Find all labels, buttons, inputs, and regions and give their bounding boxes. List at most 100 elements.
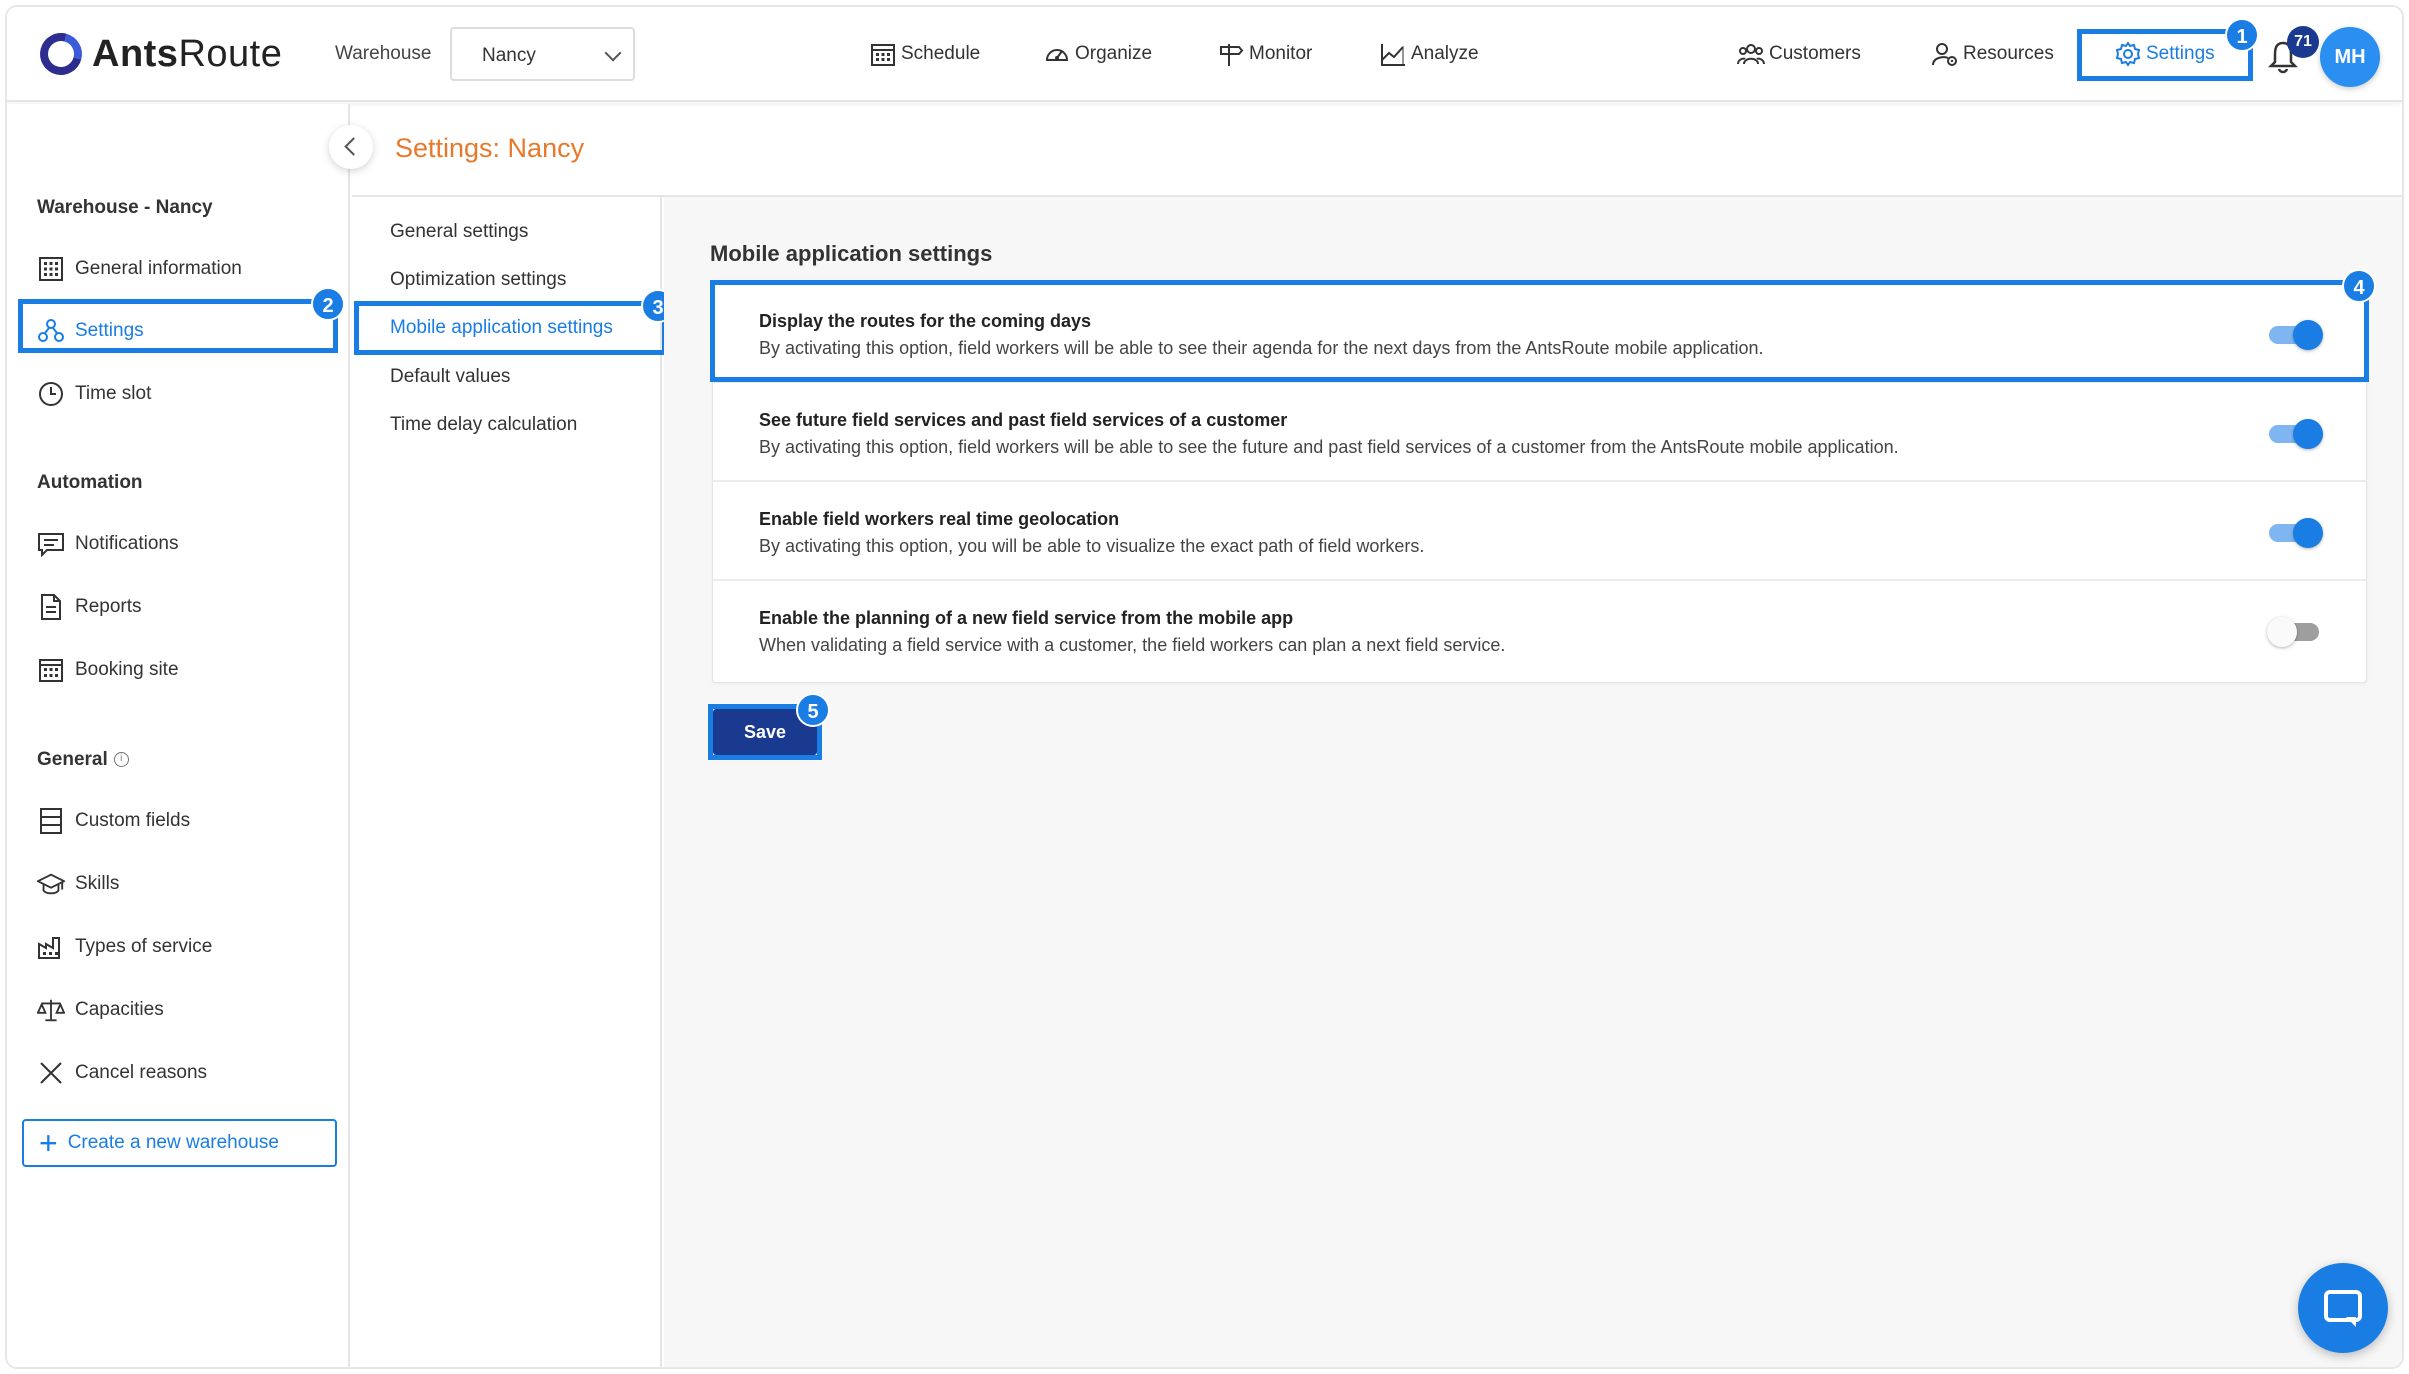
scale-icon <box>37 996 65 1024</box>
chart-icon <box>1381 44 1405 66</box>
sidebar-item-notifications[interactable]: Notifications <box>37 527 179 561</box>
nav-customers[interactable]: Customers <box>1737 37 1861 71</box>
sidebar-item-label: Custom fields <box>75 810 191 831</box>
sidebar-item-skills[interactable]: Skills <box>37 867 119 901</box>
sidebar-item-label: General information <box>75 258 242 279</box>
sidebar-heading-general: General i <box>37 749 129 771</box>
toggle-switch[interactable] <box>2267 419 2323 449</box>
option-description: When validating a field service with a c… <box>759 635 1506 655</box>
option-row: Enable field workers real time geolocati… <box>712 482 2367 581</box>
x-icon <box>37 1059 65 1087</box>
group-icon <box>1737 44 1765 65</box>
logo-text: AntsRoute <box>92 32 283 75</box>
logo-mark-icon <box>32 25 90 83</box>
callout-badge-2: 2 <box>311 287 345 321</box>
option-title: See future field services and past field… <box>759 410 1288 430</box>
nav-organize-label: Organize <box>1075 43 1153 64</box>
warehouse-select[interactable]: Nancy <box>450 27 635 81</box>
user-avatar[interactable]: MH <box>2320 27 2380 87</box>
warehouse-label: Warehouse <box>335 43 432 64</box>
sidebar-item-custom-fields[interactable]: Custom fields <box>37 804 190 838</box>
chat-support-button[interactable] <box>2298 1263 2388 1353</box>
document-icon <box>37 593 65 621</box>
sidebar-heading-automation: Automation <box>37 472 143 493</box>
highlight-box-sidebar-settings <box>18 299 338 353</box>
nav-schedule[interactable]: Schedule <box>869 37 980 71</box>
nav-customers-label: Customers <box>1769 43 1861 64</box>
option-description: By activating this option, you will be a… <box>759 536 1425 556</box>
antsroute-logo[interactable]: AntsRoute <box>32 25 283 83</box>
chevron-down-icon <box>604 44 622 62</box>
sidebar-item-general-information[interactable]: General information <box>37 252 242 286</box>
sidebar-item-label: Reports <box>75 596 142 617</box>
signpost-icon <box>1220 44 1244 66</box>
submenu-general-settings[interactable]: General settings <box>390 221 528 243</box>
highlight-box-first-option <box>710 280 2369 382</box>
option-description: By activating this option, field workers… <box>759 437 1899 457</box>
callout-badge-4: 4 <box>2342 269 2376 303</box>
nav-analyze-label: Analyze <box>1411 43 1479 64</box>
message-icon <box>37 530 65 558</box>
sidebar-item-label: Notifications <box>75 533 179 554</box>
sidebar-item-booking-site[interactable]: Booking site <box>37 653 179 687</box>
grid-icon <box>37 255 65 283</box>
create-warehouse-label: Create a new warehouse <box>67 1132 279 1153</box>
collapse-sidebar-button[interactable] <box>329 125 373 169</box>
gauge-icon <box>1045 49 1069 61</box>
page-title: Settings: Nancy <box>395 133 585 163</box>
sidebar-item-time-slot[interactable]: Time slot <box>37 377 151 411</box>
submenu-optimization-settings[interactable]: Optimization settings <box>390 269 566 291</box>
sidebar-heading-general-label: General <box>37 749 108 770</box>
sidebar-item-reports[interactable]: Reports <box>37 590 142 624</box>
sidebar-item-label: Capacities <box>75 999 164 1020</box>
toggle-switch[interactable] <box>2267 518 2323 548</box>
sidebar-item-label: Types of service <box>75 936 213 957</box>
calendar-icon <box>37 656 65 684</box>
chat-bubble-icon <box>2324 1290 2362 1322</box>
create-warehouse-button[interactable]: + Create a new warehouse <box>22 1119 337 1167</box>
nav-organize[interactable]: Organize <box>1043 37 1152 71</box>
plus-icon: + <box>39 1125 58 1161</box>
user-gear-icon <box>1932 43 1957 66</box>
sidebar-item-label: Cancel reasons <box>75 1062 208 1083</box>
nav-schedule-label: Schedule <box>901 43 981 64</box>
top-navigation-bar: AntsRoute Warehouse Nancy Schedule Organ… <box>7 7 2402 102</box>
calendar-icon <box>871 44 895 66</box>
toggle-knob <box>2293 419 2323 449</box>
option-row: See future field services and past field… <box>712 383 2367 482</box>
toggle-switch[interactable] <box>2267 617 2323 647</box>
sidebar-heading-warehouse: Warehouse - Nancy <box>37 197 213 218</box>
callout-badge-5: 5 <box>796 693 830 727</box>
sidebar-item-cancel-reasons[interactable]: Cancel reasons <box>37 1056 207 1090</box>
toggle-knob <box>2293 518 2323 548</box>
sidebar-item-label: Skills <box>75 873 120 894</box>
sidebar-item-capacities[interactable]: Capacities <box>37 993 164 1027</box>
nav-resources[interactable]: Resources <box>1931 37 2054 71</box>
submenu-time-delay-calculation[interactable]: Time delay calculation <box>390 414 577 436</box>
factory-icon <box>37 933 65 961</box>
app-window: AntsRoute Warehouse Nancy Schedule Organ… <box>5 5 2404 1369</box>
option-title: Enable field workers real time geolocati… <box>759 509 1120 529</box>
option-row: Enable the planning of a new field servi… <box>712 581 2367 680</box>
info-icon[interactable]: i <box>113 752 129 768</box>
toggle-knob <box>2267 617 2297 647</box>
nav-monitor-label: Monitor <box>1249 43 1313 64</box>
sidebar-item-types-of-service[interactable]: Types of service <box>37 930 212 964</box>
nav-analyze[interactable]: Analyze <box>1379 37 1479 71</box>
chat-bubble-tail <box>2346 1317 2356 1327</box>
nav-resources-label: Resources <box>1963 43 2054 64</box>
callout-badge-1: 1 <box>2225 18 2259 52</box>
highlight-box-submenu-mobile <box>354 301 667 355</box>
list-icon <box>37 807 65 835</box>
settings-sidebar: Warehouse - Nancy General information Se… <box>7 104 350 1367</box>
sidebar-item-label: Booking site <box>75 659 179 680</box>
option-title: Enable the planning of a new field servi… <box>759 608 1294 628</box>
submenu-default-values[interactable]: Default values <box>390 366 510 388</box>
sidebar-item-label: Time slot <box>75 383 152 404</box>
notification-count-badge: 71 <box>2287 26 2319 58</box>
graduation-cap-icon <box>37 870 65 898</box>
section-title: Mobile application settings <box>710 241 993 266</box>
warehouse-select-value: Nancy <box>482 45 536 66</box>
clock-icon <box>37 380 65 408</box>
nav-monitor[interactable]: Monitor <box>1217 37 1312 71</box>
